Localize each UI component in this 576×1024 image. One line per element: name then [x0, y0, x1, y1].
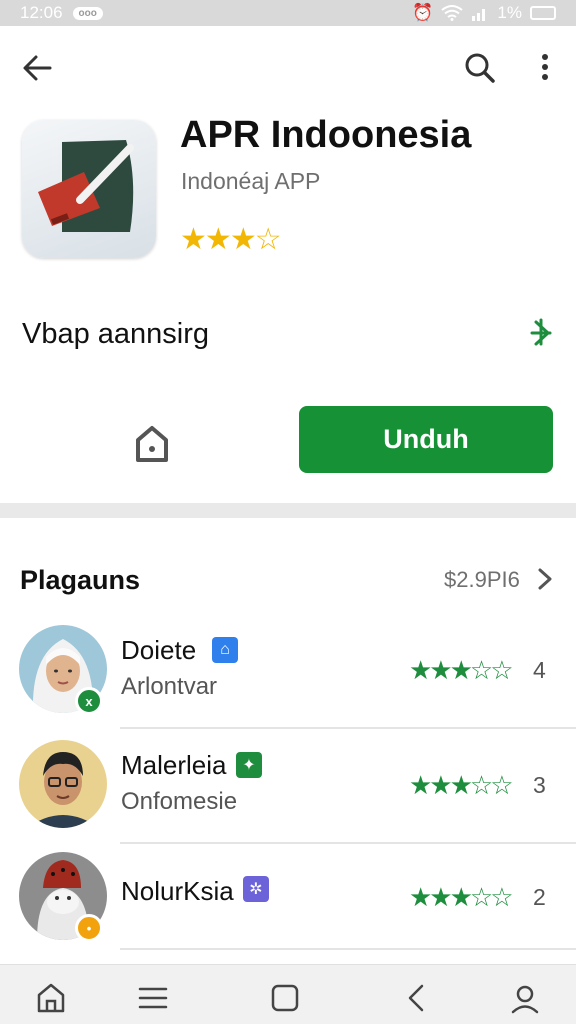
battery-icon	[530, 6, 556, 20]
back-icon[interactable]	[400, 981, 434, 1015]
version-row-label: Vbap aannsirg	[22, 318, 210, 350]
reviewer-name: Doiete	[121, 635, 197, 665]
square-icon[interactable]	[268, 981, 302, 1015]
app-bar	[0, 26, 576, 106]
verified-tag-icon: ✲	[243, 876, 269, 902]
reviewer-name: NolurKsia	[121, 876, 234, 906]
back-arrow-icon[interactable]	[20, 48, 60, 88]
avatar	[19, 740, 107, 828]
star-icon: ★	[229, 223, 257, 256]
home-icon[interactable]	[34, 981, 68, 1015]
status-pill: ooo	[72, 6, 103, 20]
chevron-right-icon[interactable]	[533, 566, 557, 592]
signal-icon	[472, 9, 486, 21]
reviewer-name: Malerleia	[121, 750, 227, 780]
wifi-icon	[441, 5, 464, 21]
reviews-section-link[interactable]: $2.9PI6	[444, 567, 520, 593]
status-time: 12:06	[20, 3, 63, 22]
review-score: 3	[533, 772, 546, 798]
status-bar: 12:06 ooo ⏰ 1%	[0, 0, 576, 26]
download-icon[interactable]	[524, 316, 558, 350]
reviews-section-title: Plagauns	[20, 565, 141, 595]
divider	[120, 727, 576, 729]
menu-icon[interactable]	[136, 981, 170, 1015]
review-rating-stars: ★★★☆☆	[409, 882, 514, 912]
review-rating-stars: ★★★☆☆	[409, 770, 514, 800]
star-outline-icon: ☆	[254, 223, 282, 256]
alarm-icon: ⏰	[412, 3, 434, 22]
reviewer-badge-icon: •	[75, 914, 103, 942]
reviewer-subtitle: Onfomesie	[121, 788, 238, 815]
status-right: ⏰ 1%	[412, 3, 556, 23]
home-icon[interactable]	[128, 420, 176, 468]
account-icon[interactable]	[508, 981, 542, 1015]
review-rating-stars: ★★★☆☆	[409, 655, 514, 685]
list-item[interactable]: Malerleia ✦ Onfomesie ★★★☆☆ 3	[0, 740, 576, 850]
review-score: 4	[533, 657, 546, 683]
status-left: 12:06 ooo	[20, 3, 103, 23]
section-divider	[0, 503, 576, 518]
version-row[interactable]: Vbap aannsirg	[0, 300, 576, 370]
review-score: 2	[533, 884, 546, 910]
app-title: APR Indoonesia	[180, 114, 472, 156]
battery-text: 1%	[497, 3, 522, 22]
reviewer-subtitle: Arlontvar	[121, 673, 218, 700]
divider	[120, 842, 576, 844]
star-icon: ★	[204, 223, 232, 256]
verified-tag-icon: ✦	[236, 752, 262, 778]
verified-tag-icon: ⌂	[212, 637, 238, 663]
reviewer-badge-icon: x	[75, 687, 103, 715]
app-rating-stars: ★★★☆	[180, 222, 282, 257]
divider	[120, 948, 576, 950]
list-item[interactable]: • NolurKsia ✲ ★★★☆☆ 2	[0, 852, 576, 962]
star-icon: ★	[180, 223, 207, 256]
app-logo-graphic	[38, 140, 134, 232]
install-button[interactable]: Unduh	[299, 406, 553, 473]
list-item[interactable]: x Doiete ⌂ Arlontvar ★★★☆☆ 4	[0, 625, 576, 735]
bottom-nav-bar	[0, 964, 576, 1024]
app-developer[interactable]: Indonéaj APP	[181, 168, 320, 195]
more-vert-icon[interactable]	[530, 48, 560, 88]
search-icon[interactable]	[460, 48, 500, 88]
app-icon	[22, 120, 156, 258]
